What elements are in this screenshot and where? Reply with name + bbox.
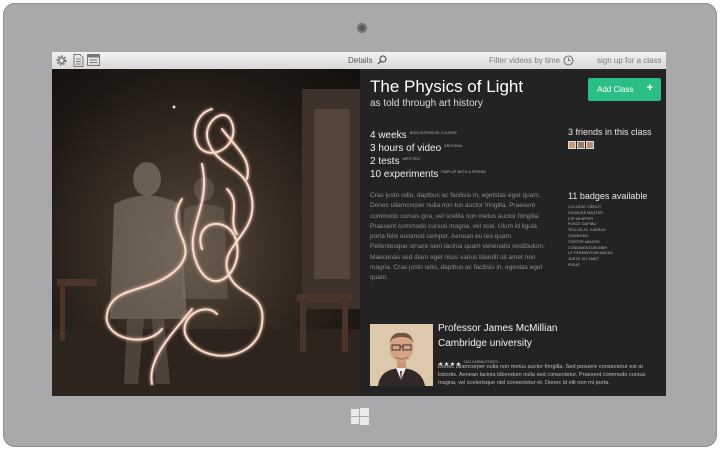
filter-by-time-label[interactable]: Filter videos by time — [489, 52, 560, 69]
document-icon[interactable] — [71, 53, 85, 67]
course-description: Cras justo odio, dapibus ac facilisis in… — [370, 192, 545, 282]
professor-university: Cambridge university — [438, 338, 532, 349]
badges-list: College Credit Doubles Master Dip Whippe… — [568, 205, 658, 269]
professor-bio: Donec ullamcorper nulla non metus auctor… — [438, 364, 646, 386]
avatar[interactable] — [577, 141, 585, 149]
stat-note: non-intensive course — [409, 131, 458, 136]
course-stats: 4 weeks non-intensive course 3 hours of v… — [370, 127, 550, 180]
search-icon[interactable] — [375, 53, 389, 67]
stat-item: 4 weeks non-intensive course — [370, 127, 550, 141]
stat-value: 10 experiments — [370, 169, 439, 180]
course-title: The Physics of Light — [370, 77, 524, 96]
friend-avatars — [568, 141, 594, 149]
add-class-label: Add Class — [597, 85, 634, 94]
stat-item: 3 hours of video archival — [370, 140, 550, 154]
professor-photo[interactable] — [370, 324, 433, 386]
gear-icon[interactable] — [54, 53, 68, 67]
avatar[interactable] — [568, 141, 576, 149]
app-screen: Details Filter videos by time sign up fo… — [52, 52, 666, 396]
avatar[interactable] — [586, 141, 594, 149]
windows-icon[interactable] — [351, 408, 369, 426]
course-hero-image — [52, 69, 360, 396]
stat-note: pair up with a friend — [441, 170, 487, 175]
professor-name[interactable]: Professor James McMillian — [438, 323, 557, 334]
stat-note: archival — [444, 144, 464, 149]
plus-icon: + — [646, 82, 653, 94]
stat-item: 10 experiments pair up with a friend — [370, 166, 550, 180]
friends-count[interactable]: 3 friends in this class — [568, 127, 652, 137]
stat-note: written — [402, 157, 420, 162]
badge-item: Risus — [568, 262, 580, 267]
stat-item: 2 tests written — [370, 153, 550, 167]
course-subtitle: as told through art history — [370, 98, 483, 109]
top-toolbar: Details Filter videos by time sign up fo… — [52, 52, 666, 70]
clock-icon[interactable] — [561, 53, 575, 67]
add-class-button[interactable]: Add Class + — [588, 78, 661, 101]
badges-heading: 11 badges available — [568, 191, 648, 201]
signup-link[interactable]: sign up for a class — [597, 52, 661, 69]
details-label[interactable]: Details — [348, 52, 372, 69]
notes-icon[interactable] — [86, 53, 100, 67]
course-detail-panel: The Physics of Light as told through art… — [360, 69, 666, 396]
camera-icon — [357, 23, 367, 33]
